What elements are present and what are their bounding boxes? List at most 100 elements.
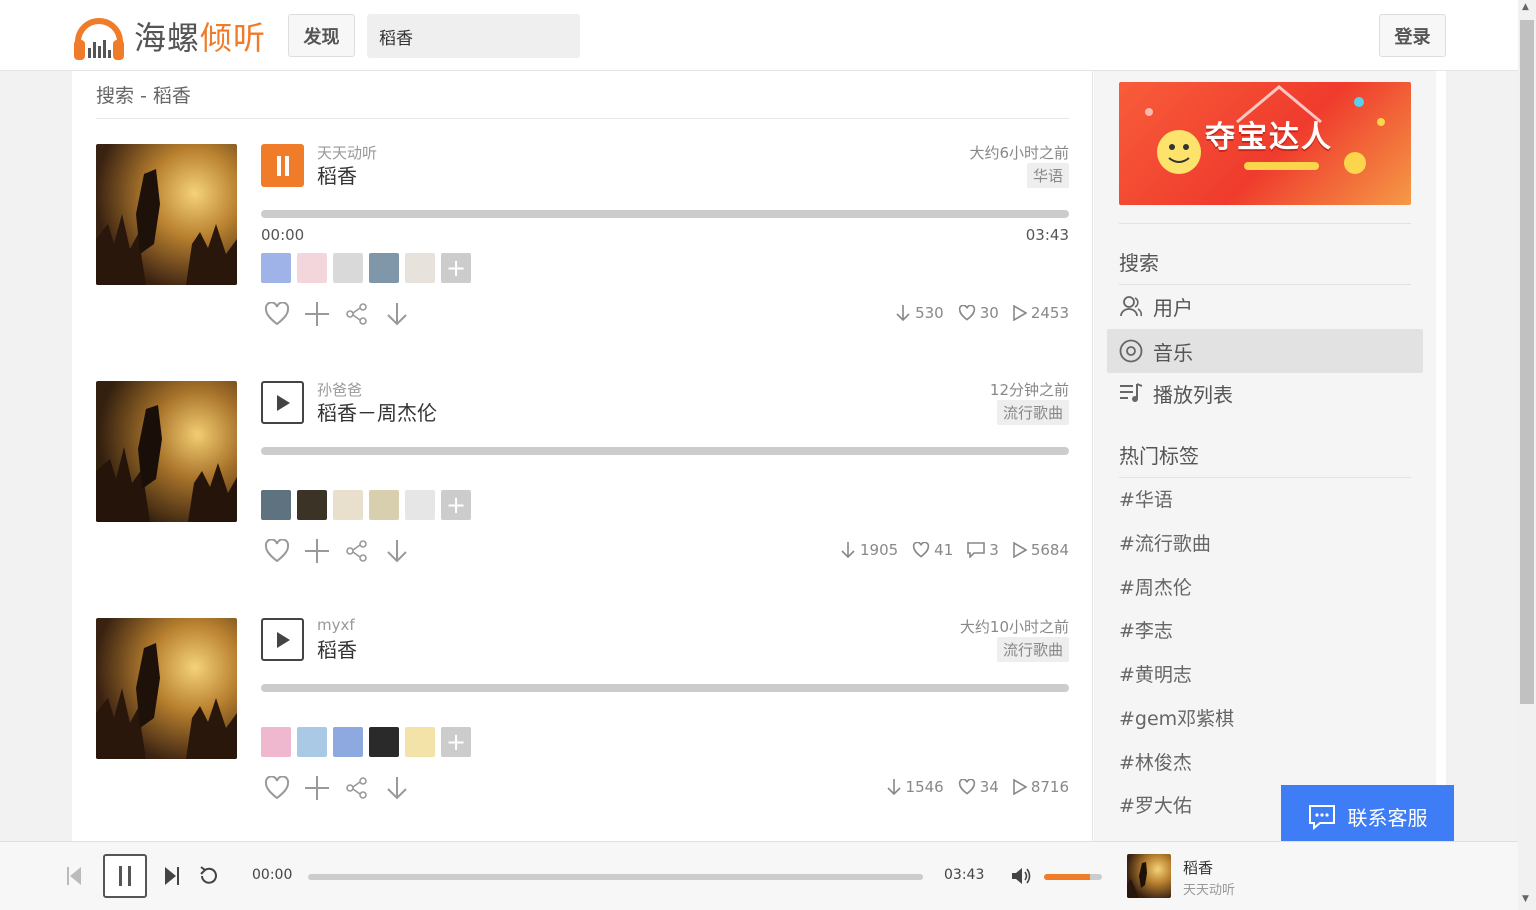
track-stats: 1546 34 8716 [886, 778, 1069, 796]
download-icon [387, 777, 407, 800]
pause-button[interactable] [261, 144, 304, 187]
scroll-up-arrow-icon[interactable]: ▲ [1522, 2, 1529, 12]
hot-tag[interactable]: #流行歌曲 [1119, 529, 1211, 556]
search-section-heading: 搜索 [1119, 251, 1159, 275]
avatar[interactable] [405, 253, 435, 283]
repeat-button[interactable] [198, 865, 220, 891]
add-avatar-button[interactable]: + [441, 490, 471, 520]
share-button[interactable] [344, 301, 370, 327]
like-button[interactable] [264, 538, 290, 564]
play-button[interactable] [261, 381, 304, 424]
album-cover[interactable] [96, 144, 237, 285]
listener-avatars: + [261, 253, 471, 283]
previous-button[interactable] [66, 866, 82, 890]
ad-banner[interactable]: 夺宝达人 [1119, 82, 1411, 205]
avatar[interactable] [405, 727, 435, 757]
total-time: 03:43 [1025, 226, 1069, 244]
track-card: 孙爸爸 稻香－周杰伦 12分钟之前 流行歌曲 + 1905 41 3 5684 [96, 381, 1069, 591]
sidebar-item-users[interactable]: 用户 [1107, 284, 1423, 328]
scroll-down-arrow-icon[interactable]: ▼ [1522, 894, 1529, 904]
now-playing-artist[interactable]: 天天动听 [1183, 879, 1235, 898]
album-cover[interactable] [96, 618, 237, 759]
album-cover[interactable] [96, 381, 237, 522]
add-to-playlist-button[interactable] [304, 538, 330, 564]
download-button[interactable] [384, 775, 410, 801]
like-button[interactable] [264, 301, 290, 327]
download-button[interactable] [384, 301, 410, 327]
site-logo[interactable]: 海螺倾听 [72, 10, 266, 62]
share-button[interactable] [344, 538, 370, 564]
hot-tag[interactable]: #周杰伦 [1119, 573, 1192, 600]
track-title[interactable]: 稻香 [317, 634, 357, 663]
sidebar-item-label: 播放列表 [1153, 382, 1233, 407]
scrollbar-thumb[interactable] [1520, 20, 1534, 704]
avatar[interactable] [369, 727, 399, 757]
track-actions [264, 538, 410, 564]
play-count: 2453 [1013, 304, 1069, 322]
download-count: 1905 [840, 541, 898, 559]
play-count-icon [1013, 305, 1027, 321]
avatar[interactable] [405, 490, 435, 520]
avatar[interactable] [297, 490, 327, 520]
hot-tag[interactable]: #林俊杰 [1119, 748, 1192, 775]
comment-count-value: 3 [989, 541, 999, 559]
avatar[interactable] [369, 490, 399, 520]
next-button[interactable] [164, 866, 180, 890]
hot-tag[interactable]: #李志 [1119, 616, 1173, 643]
search-input[interactable] [367, 14, 580, 58]
play-button[interactable] [261, 618, 304, 661]
add-to-playlist-button[interactable] [304, 301, 330, 327]
avatar[interactable] [333, 727, 363, 757]
bottom-player: 00:00 03:43 稻香 天天动听 [0, 841, 1518, 910]
play-icon [276, 631, 290, 648]
genre-tag[interactable]: 华语 [1026, 163, 1069, 188]
avatar[interactable] [261, 727, 291, 757]
genre-tag[interactable]: 流行歌曲 [996, 400, 1069, 425]
avatar[interactable] [261, 490, 291, 520]
hot-tag[interactable]: #罗大佑 [1119, 791, 1192, 818]
current-time: 00:00 [261, 226, 305, 244]
player-pause-button[interactable] [103, 854, 147, 898]
chat-icon [1308, 804, 1335, 830]
track-progress-bar[interactable] [261, 684, 1069, 692]
hot-tag[interactable]: #黄明志 [1119, 660, 1192, 687]
hot-tag[interactable]: #华语 [1119, 485, 1173, 512]
now-playing-title[interactable]: 稻香 [1183, 857, 1213, 878]
avatar[interactable] [297, 727, 327, 757]
add-avatar-button[interactable]: + [441, 253, 471, 283]
like-button[interactable] [264, 775, 290, 801]
track-title[interactable]: 稻香－周杰伦 [317, 397, 437, 426]
play-count: 8716 [1013, 778, 1069, 796]
avatar[interactable] [369, 253, 399, 283]
sidebar-item-playlist[interactable]: 播放列表 [1107, 371, 1423, 415]
play-count-value: 2453 [1030, 304, 1069, 322]
share-button[interactable] [344, 775, 370, 801]
uploader-name[interactable]: myxf [317, 616, 355, 634]
genre-tag[interactable]: 流行歌曲 [996, 637, 1069, 662]
heart-icon [264, 302, 290, 326]
discover-button[interactable]: 发现 [288, 14, 355, 57]
sidebar-item-music[interactable]: 音乐 [1107, 329, 1423, 373]
track-title[interactable]: 稻香 [317, 160, 357, 189]
hot-tag[interactable]: #gem邓紫棋 [1119, 704, 1234, 731]
heart-icon [264, 539, 290, 563]
download-button[interactable] [384, 538, 410, 564]
avatar[interactable] [333, 490, 363, 520]
album-cover-art [96, 618, 237, 759]
avatar[interactable] [261, 253, 291, 283]
avatar[interactable] [297, 253, 327, 283]
page-title: 搜索 - 稻香 [96, 85, 191, 107]
share-icon [346, 540, 367, 562]
login-button[interactable]: 登录 [1379, 14, 1446, 57]
volume-slider[interactable] [1044, 874, 1102, 880]
customer-service-button[interactable]: 联系客服 [1281, 785, 1454, 848]
player-progress-bar[interactable] [308, 874, 923, 880]
avatar[interactable] [333, 253, 363, 283]
now-playing-cover[interactable] [1127, 854, 1171, 898]
volume-button[interactable] [1011, 866, 1033, 890]
add-avatar-button[interactable]: + [441, 727, 471, 757]
track-progress-bar[interactable] [261, 447, 1069, 455]
logo-text-part-a: 海螺 [134, 19, 201, 57]
add-to-playlist-button[interactable] [304, 775, 330, 801]
track-progress-bar[interactable] [261, 210, 1069, 218]
